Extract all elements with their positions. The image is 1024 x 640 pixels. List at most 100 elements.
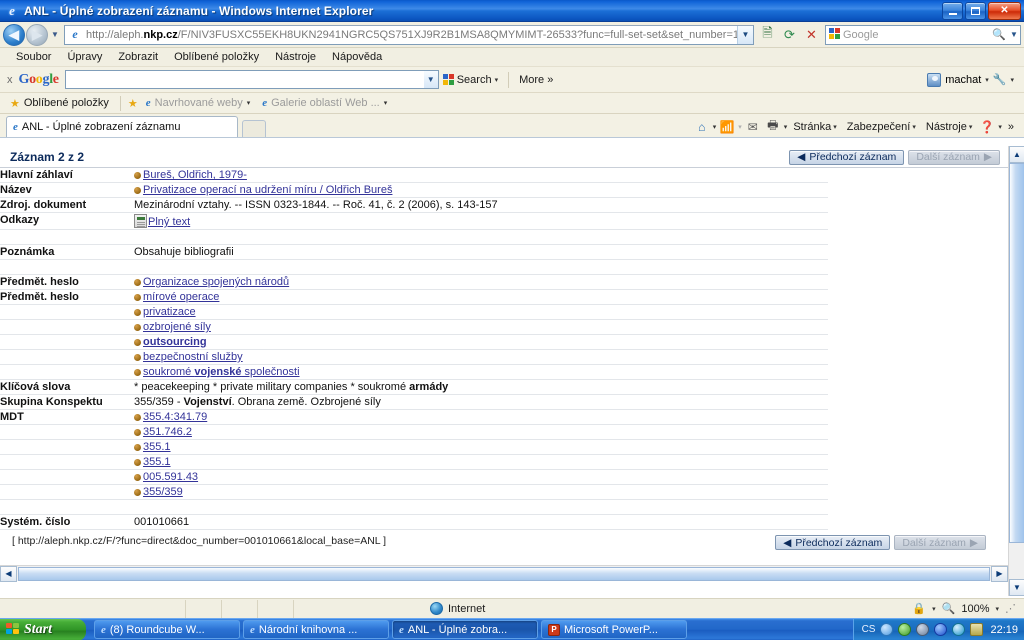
chevron-down-icon[interactable]: ▾ [932,605,936,613]
record-value-link[interactable]: 005.591.43 [143,471,198,483]
table-row: Poznámka Obsahuje bibliografii [0,244,828,260]
tray-bluetooth-icon[interactable] [934,623,948,636]
scroll-left-arrow-icon[interactable]: ◀ [0,565,17,582]
tools-menu-button[interactable]: Nástroje ▾ [922,121,976,133]
back-button[interactable]: ◀ [3,23,25,46]
home-chevron-down-icon[interactable]: ▾ [713,123,717,131]
feeds-icon[interactable]: 📶 [718,118,736,135]
record-field-label: Klíčová slova [0,379,134,395]
zoom-level-label[interactable]: 100% [961,603,989,615]
menu-item-edit[interactable]: Úpravy [59,48,110,67]
taskbar-item-powerpoint[interactable]: P Microsoft PowerP... [541,620,687,639]
record-value-link[interactable]: 355.4:341.79 [143,411,207,423]
google-search-button[interactable]: Search ▾ [439,74,502,86]
tray-battery-icon[interactable] [970,623,984,636]
stop-icon[interactable]: ✕ [801,24,822,45]
wrench-icon[interactable]: 🔧 [993,73,1007,86]
record-value-link[interactable]: Privatizace operací na udržení míru / Ol… [143,184,392,196]
search-provider-dropdown-icon[interactable]: ▼ [1008,30,1020,39]
record-value-link[interactable]: soukromé vojenské společnosti [143,366,300,378]
google-search-field[interactable]: ▼ [64,70,439,89]
table-row: Předmět. heslo Organizace spojených národ… [0,274,828,290]
forward-button[interactable]: ▶ [26,23,48,46]
record-value-link[interactable]: Bureš, Oldřich, 1979- [143,169,247,181]
add-favorite-star-icon[interactable]: ★ [128,97,138,110]
menu-item-favorites[interactable]: Oblíbené položky [166,48,267,67]
zoom-chevron-down-icon[interactable]: ▾ [995,605,999,613]
table-row: Název Privatizace operací na udržení míru… [0,182,828,198]
restore-button[interactable] [965,1,986,20]
taskbar-item-roundcube[interactable]: e (8) Roundcube W... [94,620,240,639]
record-value-link[interactable]: 355.1 [143,441,171,453]
close-toolbar-icon[interactable]: x [4,74,19,86]
zoom-icon[interactable]: 🔍 [942,602,956,615]
clock[interactable]: 22:19 [990,624,1018,636]
vertical-scroll-thumb[interactable] [1009,163,1024,543]
new-tab-button[interactable] [242,120,266,137]
record-value-link[interactable]: Organizace spojených národů [143,276,289,288]
google-more-button[interactable]: More » [515,74,557,86]
help-chevron-down-icon[interactable]: ▾ [998,123,1002,131]
favorites-button[interactable]: ★ Oblíbené položky [6,97,113,110]
tab-anl-record[interactable]: e ANL - Úplné zobrazení záznamu [6,116,238,137]
vertical-scrollbar[interactable]: ▲ ▼ [1008,146,1024,596]
tray-chevron-icon[interactable] [880,623,894,636]
start-button[interactable]: Start [0,618,86,640]
horizontal-scrollbar[interactable]: ◀ ▶ [0,565,1008,582]
home-icon[interactable]: ⌂ [693,118,711,135]
taskbar-item-narodni-knihovna[interactable]: e Národní knihovna ... [243,620,389,639]
web-gallery-button[interactable]: e Galerie oblastí Web ... ▾ [258,97,391,109]
tray-volume-icon[interactable] [952,623,966,636]
help-icon[interactable]: ❓ [978,118,996,135]
minimize-button[interactable] [942,1,963,20]
record-field-value: outsourcing [134,334,828,350]
horizontal-scroll-thumb[interactable] [18,566,990,581]
settings-chevron-down-icon[interactable]: ▾ [1010,76,1014,84]
tray-network-icon[interactable] [898,623,912,636]
previous-record-button-bottom[interactable]: ◀ Předchozí záznam [775,535,891,550]
account-name[interactable]: machat [945,74,981,86]
favbar-separator [119,95,121,111]
mail-icon[interactable]: ✉ [744,118,762,135]
taskbar-item-anl[interactable]: e ANL - Úplné zobra... [392,620,538,639]
record-value-link[interactable]: 355.1 [143,456,171,468]
scroll-down-arrow-icon[interactable]: ▼ [1009,579,1024,596]
google-search-history-icon[interactable]: ▼ [423,71,438,88]
account-chevron-down-icon[interactable]: ▾ [985,76,989,84]
url-dropdown-icon[interactable]: ▼ [737,25,753,44]
scroll-right-arrow-icon[interactable]: ▶ [991,565,1008,582]
print-icon[interactable]: 🖶 [764,118,782,135]
suggested-sites-button[interactable]: e Navrhované weby ▾ [142,97,254,109]
resize-grip-icon[interactable]: ⋰ [1005,602,1016,615]
menu-item-file[interactable]: Soubor [8,48,59,67]
refresh-icon[interactable]: ⟳ [779,24,800,45]
language-indicator[interactable]: CS [862,624,876,635]
record-value-link[interactable]: mírové operace [143,291,219,303]
record-value-link[interactable]: 355/359 [143,486,183,498]
page-menu-button[interactable]: Stránka ▾ [789,121,840,133]
record-value-link[interactable]: Plný text [148,216,190,228]
security-zone[interactable]: Internet [430,602,485,615]
print-chevron-down-icon[interactable]: ▾ [784,123,788,131]
scroll-up-arrow-icon[interactable]: ▲ [1009,146,1024,163]
table-row: 355.1 [0,439,828,455]
toolbar-overflow-button[interactable]: » [1004,121,1018,133]
menu-item-help[interactable]: Nápověda [324,48,390,67]
previous-record-button-top[interactable]: ◀ Předchozí záznam [789,149,905,165]
record-value-link[interactable]: outsourcing [143,336,207,348]
menu-item-tools[interactable]: Nástroje [267,48,324,67]
close-button[interactable]: ✕ [988,1,1021,20]
record-value-link[interactable]: bezpečnostní služby [143,351,243,363]
translate-icon[interactable]: 🗎 [757,24,778,45]
record-value-link[interactable]: privatizace [143,306,196,318]
menu-item-view[interactable]: Zobrazit [110,48,166,67]
record-value-link[interactable]: ozbrojené síly [143,321,211,333]
record-value-link[interactable]: 351.746.2 [143,426,192,438]
search-icon[interactable]: 🔍 [990,28,1008,41]
tray-sync-icon[interactable] [916,623,930,636]
avatar [927,72,942,87]
safety-menu-button[interactable]: Zabezpečení ▾ [843,121,920,133]
url-input[interactable]: e http://aleph.nkp.cz/F/NIV3FUSXC55EKH8U… [64,24,754,45]
search-input[interactable]: Google 🔍 ▼ [825,24,1021,45]
recent-pages-dropdown-icon[interactable]: ▼ [49,30,61,39]
